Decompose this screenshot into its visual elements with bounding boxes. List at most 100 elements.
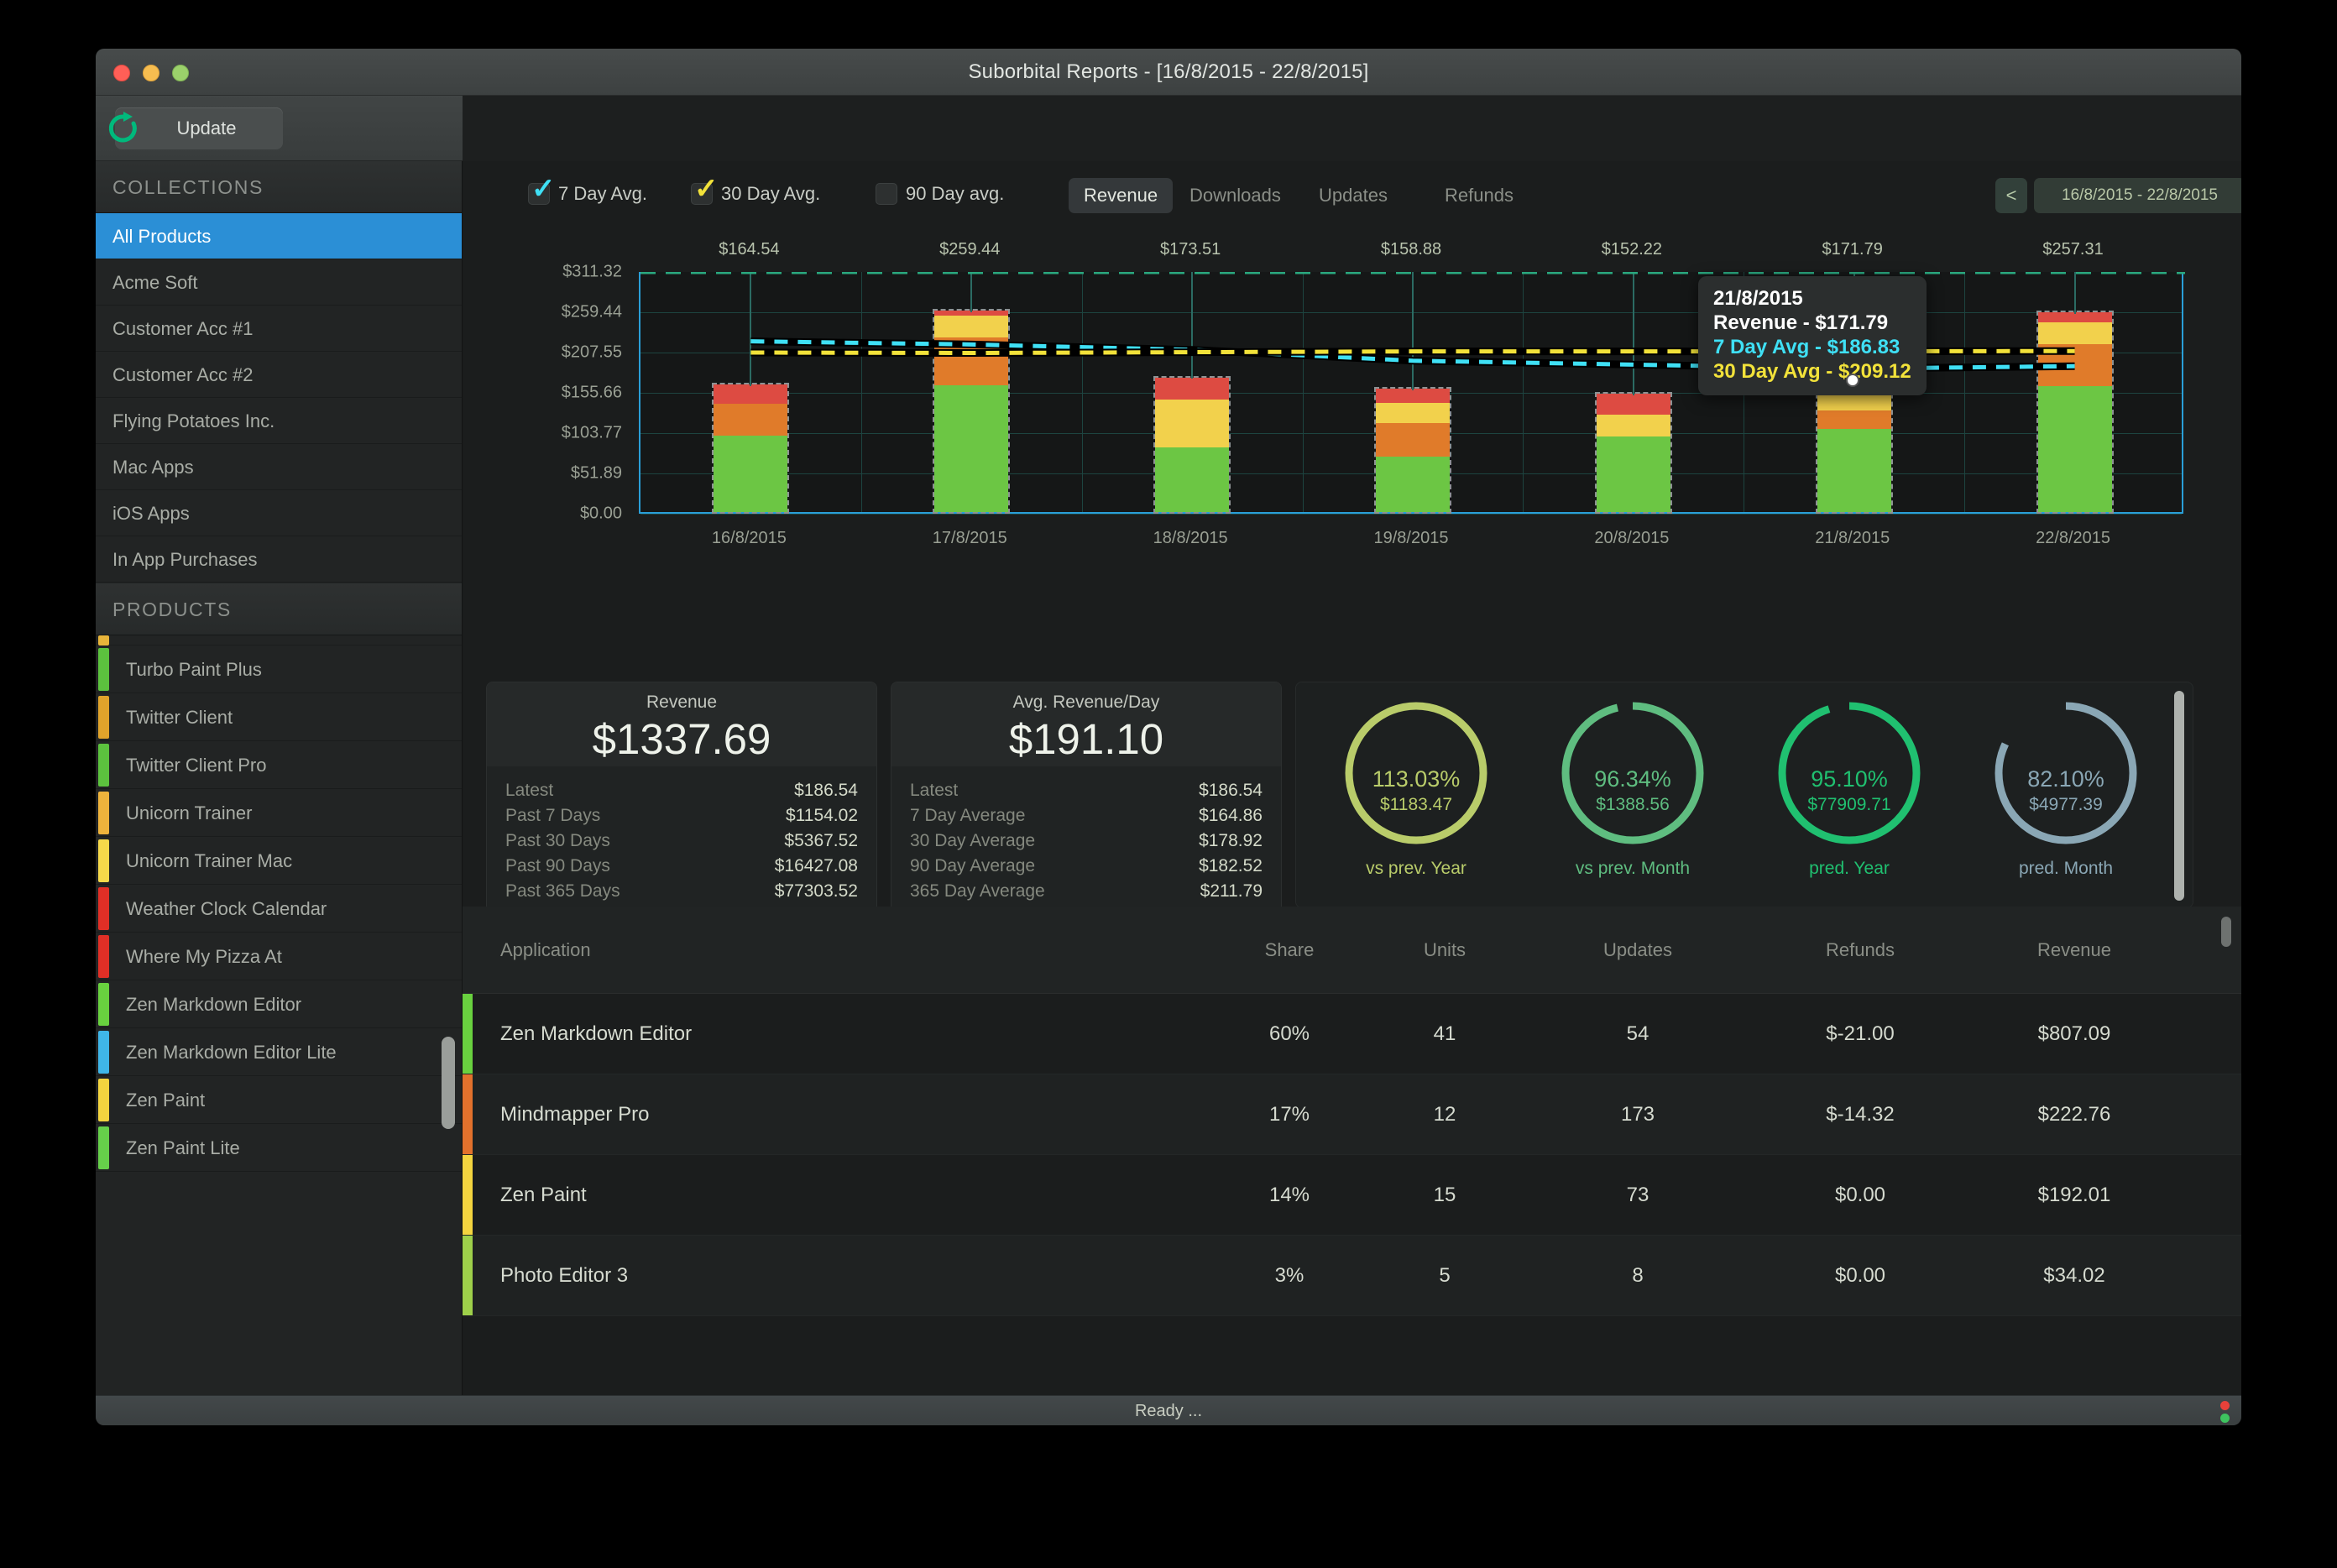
products-list: Turbo Paint Plus Twitter Client Twitter Cl…: [96, 635, 462, 1172]
product-item[interactable]: Zen Paint: [96, 1076, 462, 1124]
tab-revenue[interactable]: Revenue: [1069, 178, 1174, 213]
tab-refunds[interactable]: Refunds: [1430, 178, 1529, 213]
sidebar-item-mac-apps[interactable]: Mac Apps: [96, 444, 462, 490]
prev-date-range-button[interactable]: <: [1995, 178, 2027, 213]
stat-key: Latest: [505, 781, 554, 800]
product-item[interactable]: Twitter Client: [96, 693, 462, 741]
y-axis-tick-label: $0.00: [579, 504, 622, 523]
tab-updates[interactable]: Updates: [1304, 178, 1403, 213]
check-icon: ✓: [694, 173, 719, 205]
revenue-card-head: Revenue $1337.69: [487, 682, 876, 766]
product-item[interactable]: Weather Clock Calendar: [96, 885, 462, 933]
chart-plot-area[interactable]: [639, 272, 2185, 515]
stat-value: $5367.52: [784, 831, 858, 850]
update-button-label: Update: [176, 118, 237, 139]
product-label: Twitter Client: [126, 707, 233, 728]
product-item[interactable]: Zen Paint Lite: [96, 1124, 462, 1172]
product-item[interactable]: Turbo Paint Plus: [96, 645, 462, 693]
sidebar-item-in-app-purchases[interactable]: In App Purchases: [96, 536, 462, 583]
cell-app: Photo Editor 3: [500, 1263, 629, 1287]
row-color-swatch: [463, 994, 473, 1074]
checkbox-90-day-avg[interactable]: 90 Day avg.: [876, 183, 1004, 205]
stat-key: 30 Day Average: [910, 831, 1036, 850]
stat-value: $77303.52: [774, 881, 858, 901]
minimize-window-button[interactable]: [143, 65, 159, 81]
status-led-red: [2220, 1401, 2230, 1410]
gauge-pred-year: 95.10% $77909.71 pred. Year: [1744, 698, 1954, 879]
revenue-chart: $311.32 $259.44 $207.55 $155.66 $103.77 $51.8…: [463, 235, 2241, 663]
checkbox-box[interactable]: ✓: [528, 175, 556, 205]
chart-toolbar: ✓ 7 Day Avg. ✓ 30 Day Avg. 90 Day avg. Revenu…: [463, 161, 2241, 235]
y-axis-tick-label: $103.77: [561, 423, 622, 442]
table-scrollbar[interactable]: [2221, 917, 2231, 947]
column-header-application[interactable]: Application: [463, 939, 1218, 961]
product-item[interactable]: Zen Markdown Editor Lite: [96, 1028, 462, 1076]
product-item[interactable]: Unicorn Trainer: [96, 789, 462, 837]
checkbox-30-day-avg[interactable]: ✓ 30 Day Avg.: [691, 175, 820, 205]
sidebar-item-flying-potatoes-inc[interactable]: Flying Potatoes Inc.: [96, 398, 462, 444]
product-item[interactable]: Zen Markdown Editor: [96, 980, 462, 1028]
gauges-scrollbar[interactable]: [2174, 691, 2184, 901]
stat-line: Past 30 Days $5367.52: [505, 828, 858, 854]
cell-refunds: $-14.32: [1826, 1102, 1895, 1126]
column-header-updates[interactable]: Updates: [1529, 939, 1747, 961]
gauge-caption: pred. Month: [2018, 859, 2114, 878]
cell-share: 14%: [1268, 1183, 1310, 1206]
product-color-swatch: [98, 744, 109, 787]
table-row[interactable]: Zen Markdown Editor 60% 41 54 $-21.00 $807.09: [463, 994, 2241, 1074]
product-item[interactable]: Unicorn Trainer Mac: [96, 837, 462, 885]
tab-downloads[interactable]: Downloads: [1174, 178, 1296, 213]
table-header-row: Application Share Units Updates Refunds …: [463, 907, 2241, 994]
sidebar-item-acme-soft[interactable]: Acme Soft: [96, 259, 462, 306]
checkbox-box[interactable]: [876, 183, 897, 205]
stat-line: 30 Day Average $178.92: [910, 828, 1263, 854]
sidebar-item-customer-acc-2[interactable]: Customer Acc #2: [96, 352, 462, 398]
product-label: Zen Markdown Editor Lite: [126, 1042, 337, 1063]
checkbox-label: 7 Day Avg.: [558, 183, 647, 204]
gauge-value: $1183.47: [1379, 795, 1453, 814]
close-window-button[interactable]: [113, 65, 130, 81]
date-range-field[interactable]: 16/8/2015 - 22/8/2015: [2034, 178, 2241, 213]
column-header-revenue[interactable]: Revenue: [1974, 939, 2175, 961]
y-axis-tick-label: $259.44: [561, 302, 622, 321]
table-row[interactable]: Mindmapper Pro 17% 12 173 $-14.32 $222.76: [463, 1074, 2241, 1155]
cell-updates: 54: [1626, 1022, 1649, 1045]
list-item[interactable]: [96, 635, 462, 645]
maximize-window-button[interactable]: [172, 65, 189, 81]
status-text: Ready ...: [1134, 1402, 1203, 1420]
product-item[interactable]: Where My Pizza At: [96, 933, 462, 980]
bar-value-label: $164.54: [719, 240, 780, 259]
cell-revenue: $807.09: [2037, 1022, 2111, 1045]
sidebar-item-all-products[interactable]: All Products: [96, 213, 462, 259]
table-row[interactable]: Zen Paint 14% 15 73 $0.00 $192.01: [463, 1155, 2241, 1236]
products-scrollbar[interactable]: [442, 1037, 455, 1129]
table-body: Zen Markdown Editor 60% 41 54 $-21.00 $807.09…: [463, 994, 2241, 1316]
column-header-refunds[interactable]: Refunds: [1747, 939, 1974, 961]
stat-key: 90 Day Average: [910, 856, 1036, 875]
update-button[interactable]: Update: [108, 107, 283, 149]
row-color-swatch: [463, 1155, 473, 1235]
gauge-value: $77909.71: [1807, 795, 1891, 814]
table-row[interactable]: Photo Editor 3 3% 5 8 $0.00 $34.02: [463, 1236, 2241, 1316]
stat-value: $182.52: [1199, 856, 1263, 875]
product-label: Unicorn Trainer Mac: [126, 850, 293, 871]
column-header-units[interactable]: Units: [1361, 939, 1529, 961]
checkbox-7-day-avg[interactable]: ✓ 7 Day Avg.: [528, 175, 647, 205]
stat-value: $211.79: [1200, 881, 1263, 901]
revenue-card-total: $1337.69: [592, 715, 771, 763]
product-item[interactable]: Twitter Client Pro: [96, 741, 462, 789]
column-header-share[interactable]: Share: [1218, 939, 1361, 961]
sidebar-item-customer-acc-1[interactable]: Customer Acc #1: [96, 306, 462, 352]
y-axis-tick-label: $311.32: [562, 262, 622, 281]
stat-key: 365 Day Average: [910, 881, 1045, 901]
avg-revenue-card: Avg. Revenue/Day $191.10 Latest $186.54 7 …: [891, 682, 1282, 918]
checkbox-box[interactable]: ✓: [691, 175, 719, 205]
bar-value-label: $257.31: [2042, 240, 2104, 259]
cell-refunds: $-21.00: [1826, 1022, 1895, 1045]
product-label: Unicorn Trainer: [126, 802, 253, 823]
sidebar-item-ios-apps[interactable]: iOS Apps: [96, 490, 462, 536]
stat-key: Latest: [910, 781, 959, 800]
status-led-green: [2220, 1414, 2230, 1423]
stat-value: $178.92: [1199, 831, 1263, 850]
product-color-swatch: [98, 935, 109, 978]
